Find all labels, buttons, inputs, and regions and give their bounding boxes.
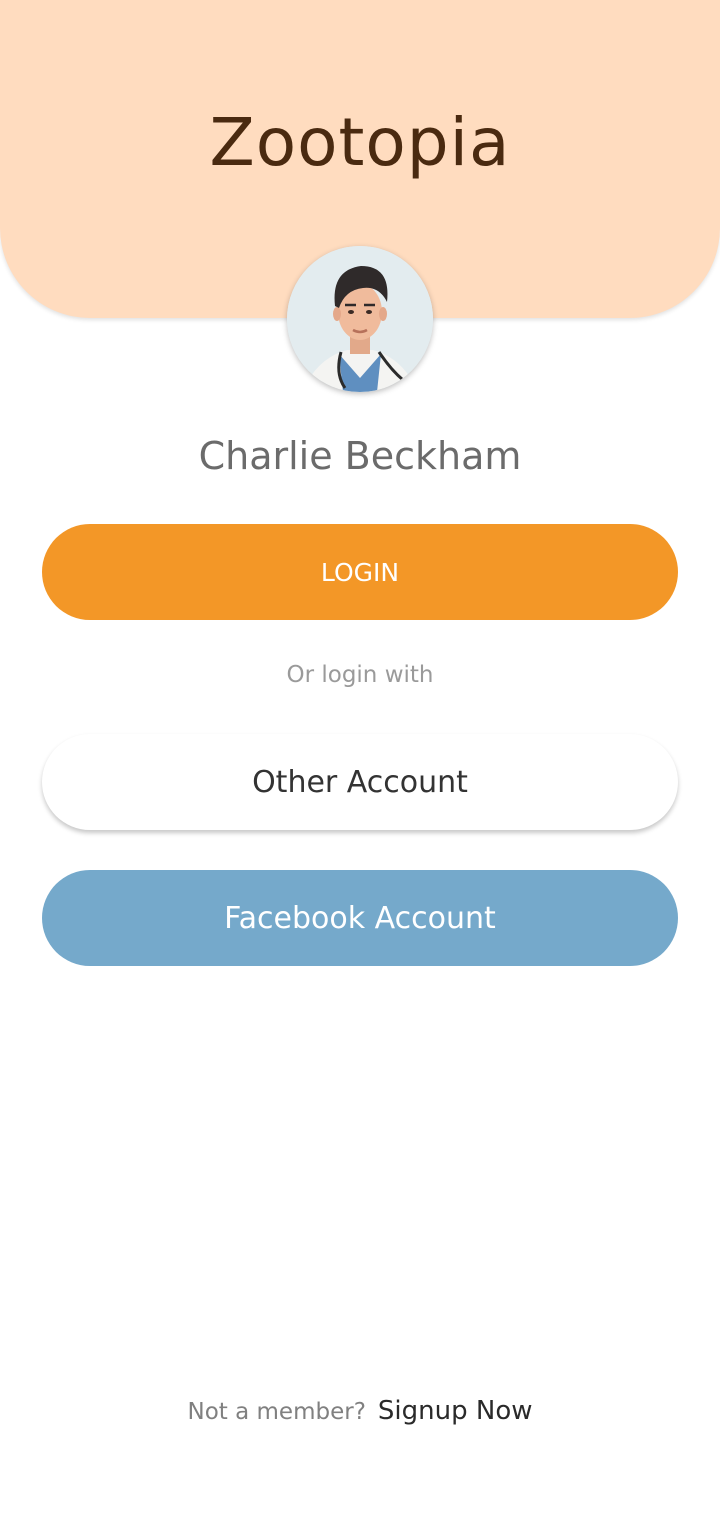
other-account-button[interactable]: Other Account: [42, 734, 678, 830]
user-name: Charlie Beckham: [198, 434, 522, 478]
not-member-text: Not a member?: [187, 1399, 366, 1425]
facebook-account-button[interactable]: Facebook Account: [42, 870, 678, 966]
avatar-image: [287, 246, 433, 392]
signup-link[interactable]: Signup Now: [378, 1396, 533, 1426]
login-divider-text: Or login with: [286, 662, 434, 688]
app-title: Zootopia: [209, 104, 511, 181]
signup-footer: Not a member? Signup Now: [0, 1396, 720, 1426]
avatar[interactable]: [287, 246, 433, 392]
login-button[interactable]: LOGIN: [42, 524, 678, 620]
